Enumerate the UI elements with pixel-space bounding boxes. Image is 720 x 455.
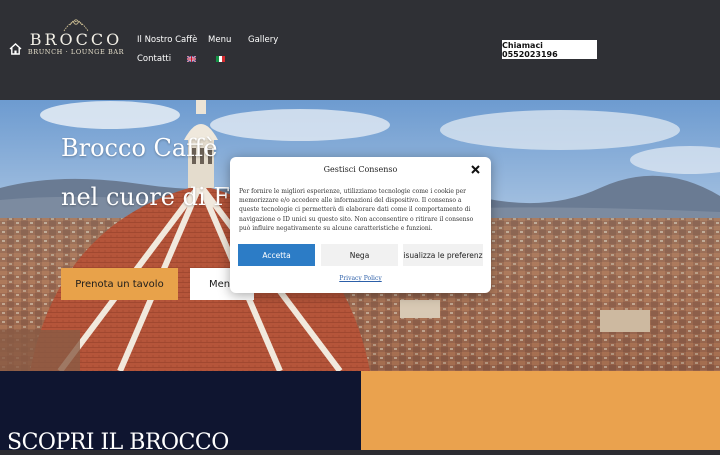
call-button[interactable]: Chiamaci 0552023196 (502, 40, 597, 59)
home-icon[interactable] (9, 43, 22, 55)
logo-subtitle: BRUNCH · LOUNGE BAR (27, 48, 125, 56)
consent-text: Per fornire le migliori esperienze, util… (239, 188, 474, 232)
book-table-button[interactable]: Prenota un tavolo (61, 268, 178, 300)
logo-wordmark: BROCCO (29, 30, 123, 49)
close-icon[interactable] (470, 164, 481, 175)
nav-contatti[interactable]: Contatti (137, 54, 171, 64)
uk-flag-icon[interactable] (187, 56, 196, 62)
brocco-logo[interactable]: BROCCO BRUNCH · LOUNGE BAR (26, 16, 126, 62)
italy-flag-icon[interactable] (216, 56, 225, 62)
privacy-policy-link[interactable]: Privacy Policy (230, 275, 491, 282)
cookie-consent-dialog: Gestisci Consenso Per fornire le miglior… (230, 157, 491, 293)
nav-menu[interactable]: Menu (208, 35, 231, 45)
nav-il-nostro-caffe[interactable]: Il Nostro Caffè (137, 35, 197, 45)
consent-title: Gestisci Consenso (323, 165, 398, 174)
hero-title-line-1: Brocco Caffè (61, 134, 218, 162)
section-heading: SCOPRI IL BROCCO (7, 430, 229, 455)
deny-button[interactable]: Nega (321, 244, 398, 266)
view-preferences-button[interactable]: isualizza le preferenz (403, 244, 483, 266)
accept-button[interactable]: Accetta (238, 244, 315, 266)
nav-gallery[interactable]: Gallery (248, 35, 278, 45)
site-header: BROCCO BRUNCH · LOUNGE BAR Il Nostro Caf… (0, 0, 720, 100)
hero-title-line-2: nel cuore di Fi (61, 183, 238, 211)
orange-panel (361, 371, 720, 450)
